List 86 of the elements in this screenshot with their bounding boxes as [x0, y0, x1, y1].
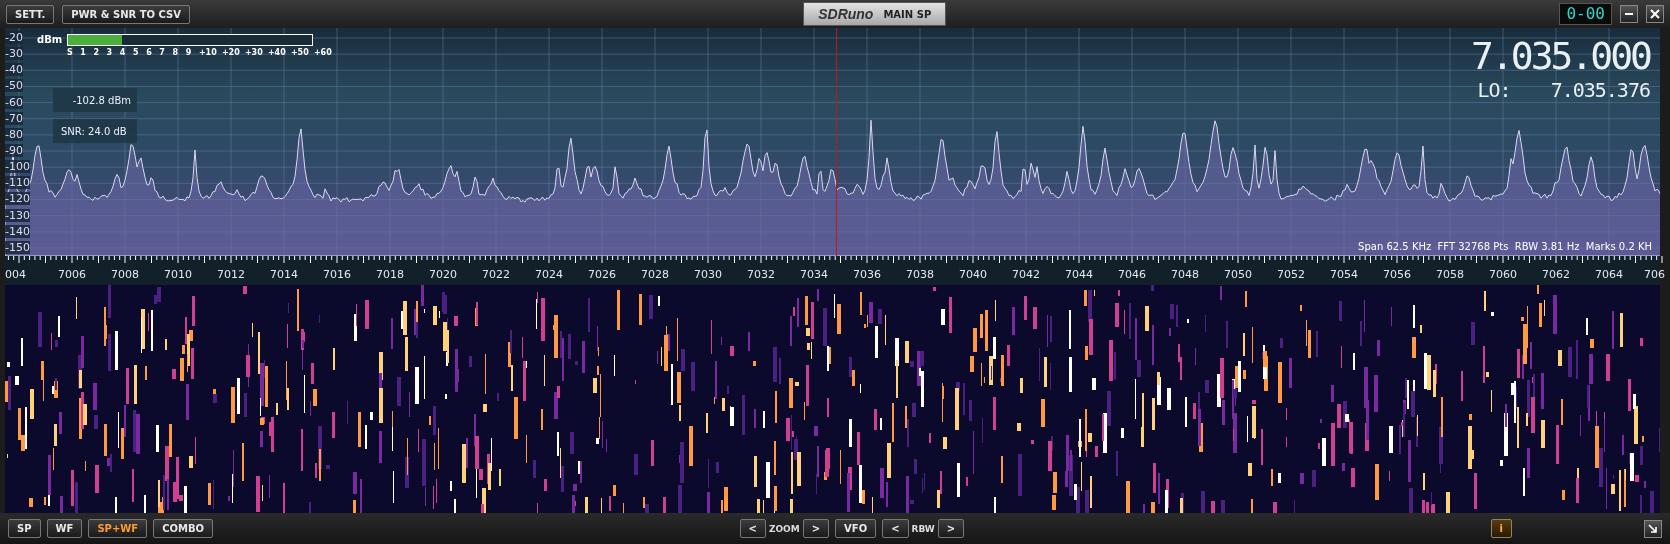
y-axis-label: -110 [5, 176, 30, 190]
rbw-up-button[interactable]: > [937, 519, 965, 538]
frequency-label: 7024 [534, 268, 564, 281]
meter-scale-label: 7 [159, 48, 166, 57]
frequency-label: 7052 [1276, 268, 1306, 281]
vfo-button[interactable]: VFO [835, 519, 877, 538]
frequency-label: 7012 [216, 268, 246, 281]
zoom-in-button[interactable]: > [802, 519, 830, 538]
snr-reading: SNR: 24.0 dB [53, 119, 137, 143]
app-logo: SDRuno [818, 6, 874, 22]
frequency-label: 7036 [852, 268, 882, 281]
frequency-label: 7026 [587, 268, 617, 281]
info-button[interactable]: i [1490, 519, 1512, 538]
meter-scale-label: 1 [80, 48, 87, 57]
frequency-label: 7058 [1435, 268, 1465, 281]
meter-scale-label: +60 [313, 48, 333, 57]
meter-scale-label: 8 [172, 48, 180, 57]
frequency-label: 7030 [693, 268, 723, 281]
meter-scale-label: 6 [146, 48, 153, 57]
meter-scale-label: 5 [132, 48, 140, 57]
lo-label: LO: [1477, 78, 1511, 102]
frequency-label: 7032 [746, 268, 776, 281]
frequency-label: 7042 [1011, 268, 1041, 281]
frequency-label: 7034 [799, 268, 829, 281]
frequency-label: 7044 [1064, 268, 1094, 281]
spectrum-info: Span 62.5 KHz FFT 32768 Pts RBW 3.81 Hz Marks 0.2 KH [1358, 241, 1652, 252]
rbw-down-button[interactable]: < [882, 519, 909, 538]
y-axis-label: -50 [5, 79, 23, 93]
y-axis-label: -80 [5, 127, 23, 141]
frequency-label: 7060 [1488, 268, 1518, 281]
meter-scale-label: +20 [221, 48, 241, 57]
meter-scale-label: 2 [93, 48, 100, 57]
y-axis-label: -130 [5, 208, 30, 222]
meter-scale-label: +10 [198, 48, 218, 57]
frequency-label: 004 [5, 268, 27, 281]
meter-scale-label: 9 [185, 48, 193, 57]
frequency-label: 7014 [269, 268, 299, 281]
frequency-label: 7020 [428, 268, 458, 281]
y-axis-label: -40 [5, 63, 23, 77]
frequency-display[interactable]: 7.035.000 [1471, 34, 1650, 78]
y-axis-label: -70 [5, 111, 23, 125]
frequency-label: 7050 [1223, 268, 1253, 281]
frequency-label: 7056 [1382, 268, 1412, 281]
frequency-label: 7062 [1541, 268, 1571, 281]
meter-scale-label: +30 [244, 48, 264, 57]
frequency-label: 7040 [958, 268, 988, 281]
zoom-out-button[interactable]: < [739, 519, 766, 538]
lo-frequency: 7.035.376 [1550, 78, 1650, 102]
y-axis-label: -120 [5, 192, 30, 206]
frequency-label: 7046 [1117, 268, 1147, 281]
meter-unit: dBm [37, 34, 63, 45]
meter-scale-label: 4 [119, 48, 127, 57]
frequency-label: 7038 [905, 268, 935, 281]
window-title: MAIN SP [883, 8, 932, 20]
frequency-label: 7028 [640, 268, 670, 281]
frequency-label: 7016 [322, 268, 352, 281]
meter-scale-label: 3 [106, 48, 114, 57]
view-mode-button[interactable]: SP [8, 519, 41, 538]
y-axis-label: -20 [5, 31, 23, 44]
y-axis-label: -60 [5, 95, 23, 109]
toolbar-button[interactable]: PWR & SNR TO CSV [62, 4, 190, 24]
frequency-label: 7064 [1594, 268, 1624, 281]
frequency-label: 7008 [110, 268, 140, 281]
zoom-label: ZOOM [768, 523, 800, 534]
y-axis-label: -100 [5, 160, 30, 174]
power-reading: -102.8 dBm [53, 88, 137, 112]
rbw-label: RBW [911, 523, 935, 534]
meter-scale-label: +50 [290, 48, 310, 57]
toolbar-button[interactable]: SETT. [6, 4, 55, 24]
frequency-label: 7048 [1170, 268, 1200, 281]
frequency-label: 7018 [375, 268, 405, 281]
y-axis-label: -140 [5, 224, 30, 238]
frequency-label: 7006 [57, 268, 87, 281]
frequency-label: 706 [1643, 268, 1665, 281]
y-axis-label: -90 [5, 144, 23, 157]
view-mode-button[interactable]: COMBO [153, 519, 214, 538]
y-axis-label: -30 [5, 47, 23, 61]
y-axis-label: -150 [5, 240, 30, 254]
digital-display: 0-00 [1559, 3, 1612, 25]
meter-scale-label: S [67, 48, 74, 57]
meter-scale-label: +40 [267, 48, 287, 57]
frequency-label: 7022 [481, 268, 511, 281]
frequency-label: 7054 [1329, 268, 1359, 281]
view-mode-button[interactable]: SP+WF [88, 519, 148, 538]
view-mode-button[interactable]: WF [46, 519, 83, 538]
frequency-label: 7010 [163, 268, 193, 281]
